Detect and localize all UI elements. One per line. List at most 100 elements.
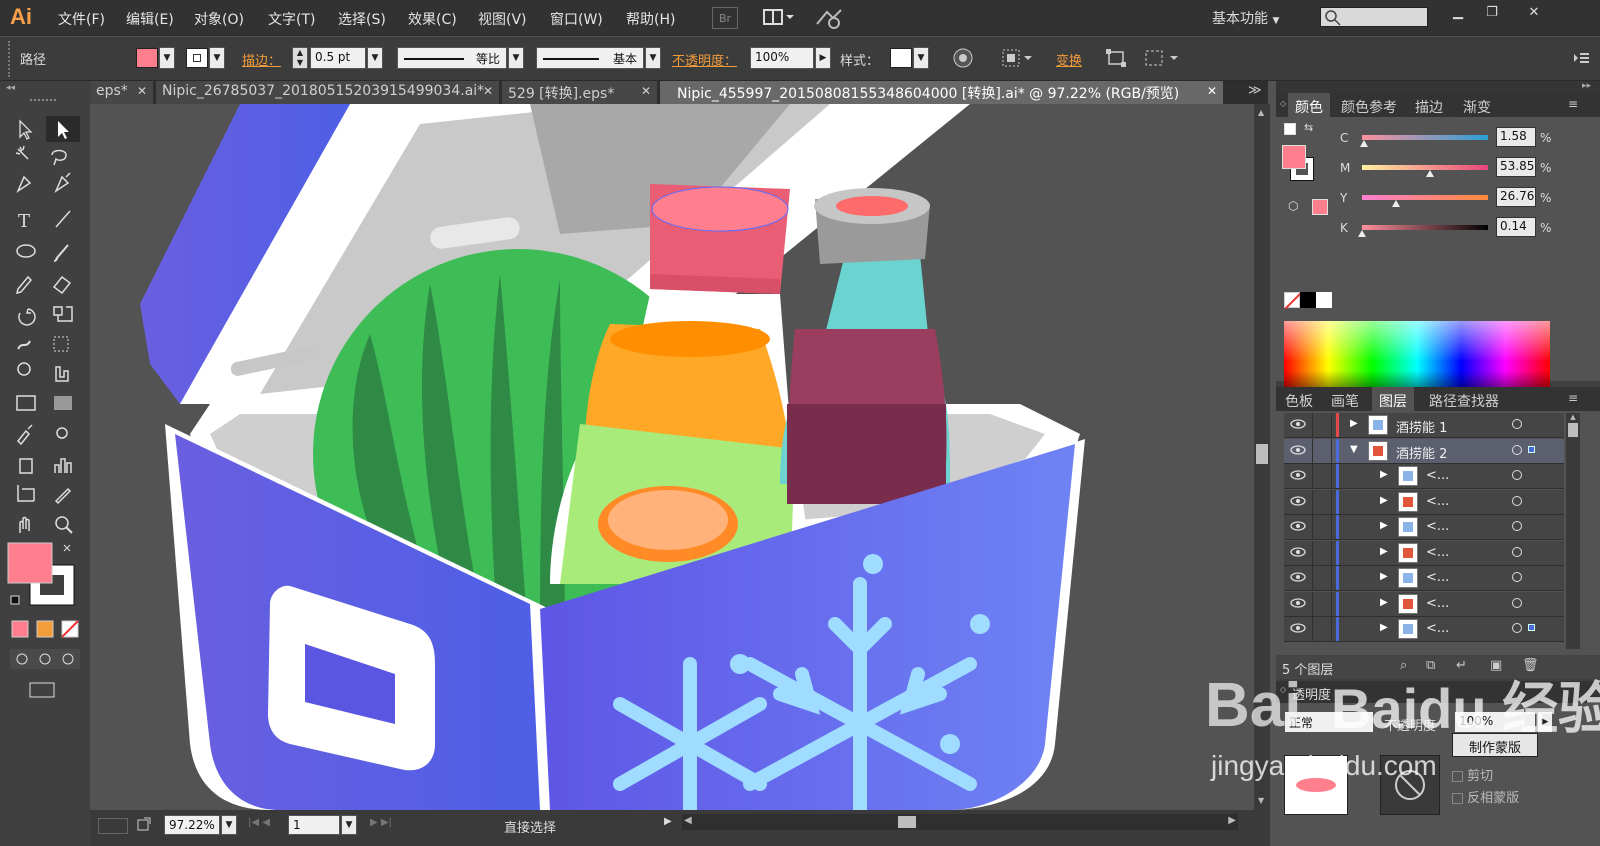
layer-name[interactable]: <...	[1426, 596, 1449, 611]
target-circle-icon[interactable]	[1512, 572, 1522, 582]
workspace-switcher[interactable]: 基本功能 ▼	[1212, 8, 1279, 28]
gpu-performance-button[interactable]	[814, 6, 844, 30]
pencil-tool-icon[interactable]	[15, 275, 33, 295]
tab-doc-1[interactable]: eps* ✕	[90, 81, 154, 104]
menu-item-7[interactable]: 窗口(W)	[550, 9, 603, 29]
color-mode-icon[interactable]	[11, 620, 29, 638]
visibility-eye-icon[interactable]	[1290, 545, 1306, 559]
menu-item-4[interactable]: 选择(S)	[338, 9, 386, 29]
share-icon[interactable]	[136, 816, 152, 832]
lock-toggle[interactable]	[1312, 515, 1332, 539]
layer-row[interactable]: ▶ <...	[1284, 540, 1564, 566]
lock-toggle[interactable]	[1312, 540, 1332, 565]
stroke-weight-input[interactable]: 0.5 pt	[310, 47, 366, 69]
selection-indicator[interactable]	[1528, 445, 1535, 453]
gradient-mode-icon[interactable]	[36, 620, 54, 638]
expand-chevron-icon[interactable]: ▶	[1380, 571, 1388, 582]
expand-chevron-icon[interactable]: ▶	[1380, 495, 1388, 506]
restore-button[interactable]: ❐	[1476, 0, 1508, 24]
isolate-button[interactable]	[1142, 47, 1182, 69]
page-input[interactable]: 1	[288, 815, 340, 835]
close-tab-icon[interactable]: ✕	[641, 84, 651, 98]
scroll-left-icon[interactable]: ◀	[684, 815, 692, 826]
menu-item-3[interactable]: 文字(T)	[268, 9, 315, 29]
layer-row[interactable]: ▼ 酒捞能 2	[1284, 438, 1564, 464]
lasso-tool-icon[interactable]	[51, 149, 67, 166]
swap-icon[interactable]: ⇆	[1304, 121, 1313, 134]
layer-name[interactable]: <...	[1426, 545, 1449, 560]
tab-color-guide[interactable]: 颜色参考	[1334, 93, 1404, 117]
target-circle-icon[interactable]	[1512, 623, 1522, 633]
next-page-icon[interactable]: ▶ ▶|	[370, 817, 392, 828]
stroke-swatch[interactable]	[186, 48, 208, 68]
panel-menu-icon[interactable]: ≡	[1568, 97, 1578, 111]
slider-thumb[interactable]	[1426, 170, 1434, 177]
slider-thumb[interactable]	[1360, 140, 1368, 147]
transform-label[interactable]: 变换	[1056, 50, 1082, 69]
stroke-label[interactable]: 描边：	[242, 50, 281, 69]
eyedropper-tool-icon[interactable]	[16, 424, 33, 446]
layers-scroll-thumb[interactable]	[1568, 423, 1578, 437]
layer-row[interactable]: ▶ <...	[1284, 515, 1564, 540]
default-colors-icon[interactable]	[10, 595, 20, 605]
layer-row[interactable]: ▶ 酒捞能 1	[1284, 413, 1564, 438]
lock-toggle[interactable]	[1312, 464, 1332, 488]
visibility-eye-icon[interactable]	[1290, 494, 1306, 508]
paintbrush-tool-icon[interactable]	[53, 244, 69, 262]
tab-layers[interactable]: 图层	[1372, 387, 1414, 411]
channel-value-y[interactable]: 26.76	[1496, 187, 1536, 207]
white-swatch[interactable]	[1316, 292, 1332, 308]
search-input[interactable]	[1320, 7, 1428, 27]
expand-chevron-icon[interactable]: ▶	[1380, 520, 1388, 531]
ellipse-tool-icon[interactable]	[16, 244, 36, 258]
visibility-eye-icon[interactable]	[1290, 443, 1306, 457]
fill-color-box[interactable]	[7, 542, 53, 584]
panel-menu-icon[interactable]: ≡	[1568, 391, 1578, 405]
lock-toggle[interactable]	[1312, 438, 1332, 463]
blend-tool-icon[interactable]	[56, 427, 68, 439]
status-menu-icon[interactable]: ▶	[664, 816, 672, 827]
layer-name[interactable]: <...	[1426, 468, 1449, 483]
h-scroll-thumb[interactable]	[898, 816, 916, 828]
layer-row[interactable]: ▶ <...	[1284, 617, 1564, 642]
horizontal-scrollbar[interactable]: ◀ ▶	[682, 814, 1238, 830]
expand-chevron-icon[interactable]: ▶	[1380, 622, 1388, 633]
close-tab-icon[interactable]: ✕	[137, 84, 147, 98]
scroll-thumb[interactable]	[1256, 444, 1268, 464]
toggle-panel-icon[interactable]: ◇	[1280, 99, 1286, 108]
close-tab-icon[interactable]: ✕	[483, 84, 493, 98]
layer-name[interactable]: 酒捞能 2	[1396, 443, 1447, 462]
channel-value-k[interactable]: 0.14	[1496, 217, 1536, 237]
hand-tool-icon[interactable]	[19, 516, 30, 534]
brush-definition[interactable]: 基本	[536, 47, 644, 69]
channel-slider-y[interactable]	[1362, 195, 1488, 200]
artboard-tool-icon[interactable]	[17, 485, 35, 502]
lock-toggle[interactable]	[1312, 617, 1332, 641]
symbol-sprayer-tool-icon[interactable]	[19, 458, 33, 474]
channel-value-c[interactable]: 1.58	[1496, 127, 1536, 147]
layer-row[interactable]: ▶ <...	[1284, 464, 1564, 489]
channel-slider-m[interactable]	[1362, 165, 1488, 170]
recolor-artwork-button[interactable]	[952, 47, 974, 69]
zoom-tool-icon[interactable]	[65, 526, 73, 534]
channel-slider-k[interactable]	[1362, 225, 1488, 230]
target-circle-icon[interactable]	[1512, 546, 1522, 557]
layer-name[interactable]: <...	[1426, 621, 1449, 636]
swap-fill-stroke-icon[interactable]	[63, 544, 71, 552]
expand-chevron-icon[interactable]: ▶	[1350, 418, 1358, 429]
menu-item-2[interactable]: 对象(O)	[194, 9, 244, 29]
close-tab-icon[interactable]: ✕	[1207, 84, 1217, 98]
scroll-right-icon[interactable]: ▶	[1228, 815, 1236, 826]
fill-dropdown[interactable]: ▼	[159, 47, 175, 69]
gamut-swatch[interactable]	[1312, 199, 1328, 215]
zoom-dropdown[interactable]: ▼	[221, 815, 237, 835]
tab-brushes[interactable]: 画笔	[1324, 387, 1366, 411]
rotate-tool-icon[interactable]	[18, 308, 36, 326]
layers-scrollbar[interactable]: ▲	[1566, 413, 1580, 649]
visibility-eye-icon[interactable]	[1290, 468, 1306, 482]
free-transform-tool-icon[interactable]	[53, 336, 69, 352]
tab-doc-active[interactable]: Nipic_455997_20150808155348604000 [转换].a…	[660, 81, 1224, 104]
lock-toggle[interactable]	[1312, 489, 1332, 514]
stroke-dropdown[interactable]: ▼	[209, 47, 225, 69]
visibility-eye-icon[interactable]	[1290, 596, 1306, 610]
